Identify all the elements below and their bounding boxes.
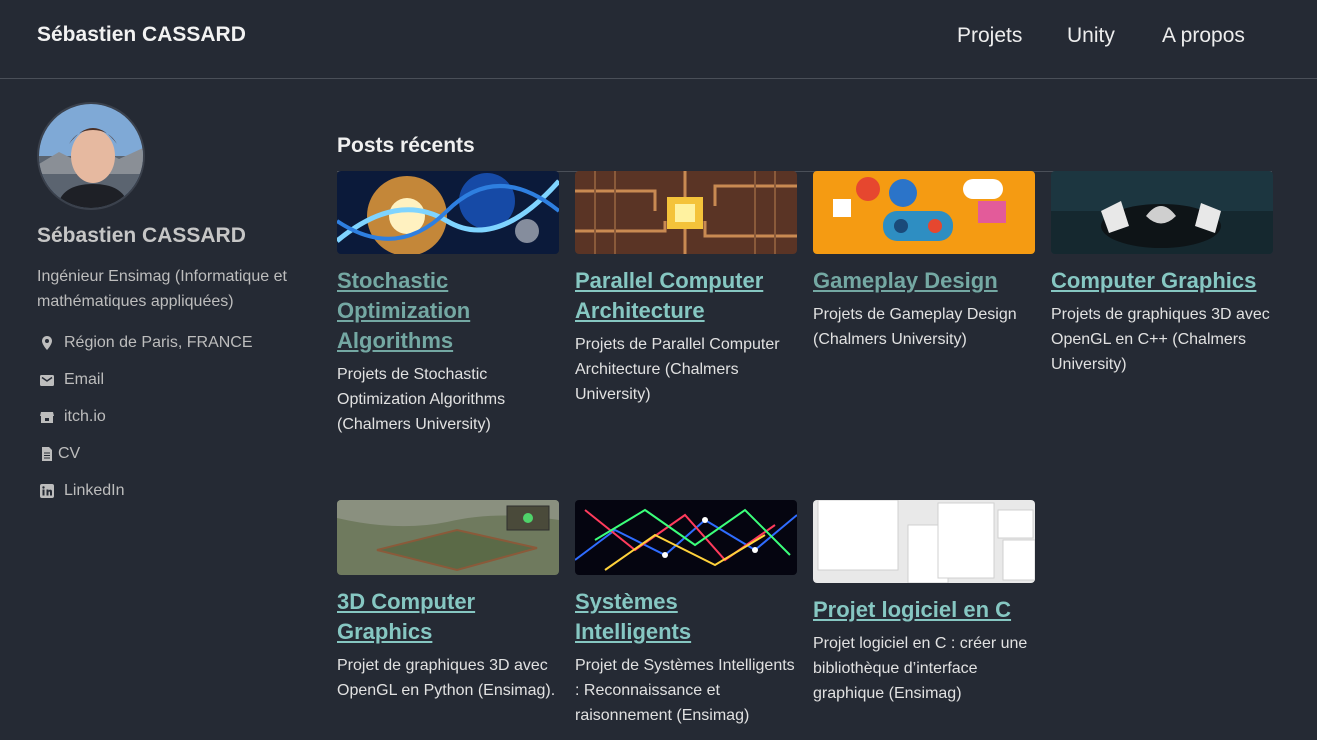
post-card: Parallel Computer Architecture Projets d… (575, 171, 797, 407)
dna-thumbnail[interactable] (337, 171, 559, 254)
recent-posts-heading: Posts récents (337, 134, 475, 157)
post-description: Projets de Stochastic Optimization Algor… (337, 366, 506, 433)
location-label: Région de Paris, FRANCE (64, 333, 253, 351)
neural-network-thumbnail[interactable] (575, 500, 797, 575)
profile-bio: Ingénieur Ensimag (Informatique et mathé… (37, 268, 287, 310)
post-card: Computer Graphics Projets de graphiques … (1051, 171, 1273, 377)
post-title-link[interactable]: Projet logiciel en C (813, 595, 1035, 625)
circuit-thumbnail[interactable] (575, 171, 797, 254)
profile-links: Région de Paris, FRANCE Email itch.io CV… (37, 324, 307, 509)
windows-thumbnail[interactable] (813, 500, 1035, 583)
location-icon (39, 335, 55, 351)
linkedin-icon (39, 483, 55, 499)
post-description: Projet de Systèmes Intelligents : Reconn… (575, 657, 795, 724)
cv-link[interactable]: CV (58, 445, 80, 463)
top-navbar: Sébastien CASSARD Projets Unity A propos (0, 0, 1317, 79)
itchio-icon (39, 409, 55, 425)
itchio-item[interactable]: itch.io (37, 398, 307, 435)
itchio-link[interactable]: itch.io (64, 408, 106, 426)
brand-link[interactable]: Sébastien CASSARD (37, 23, 246, 47)
terrain-thumbnail[interactable] (337, 500, 559, 575)
post-description: Projets de graphiques 3D avec OpenGL en … (1051, 306, 1270, 373)
email-icon (39, 372, 55, 388)
document-icon (39, 446, 55, 462)
post-description: Projet logiciel en C : créer une bibliot… (813, 635, 1028, 702)
nav-a-propos[interactable]: A propos (1162, 24, 1245, 48)
avatar (37, 102, 145, 210)
nav-projets[interactable]: Projets (957, 24, 1022, 48)
post-card: Stochastic Optimization Algorithms Proje… (337, 171, 559, 437)
post-card: Gameplay Design Projets de Gameplay Desi… (813, 171, 1035, 352)
post-description: Projet de graphiques 3D avec OpenGL en P… (337, 657, 556, 699)
post-title-link[interactable]: Gameplay Design (813, 266, 1035, 296)
post-card: Projet logiciel en C Projet logiciel en … (813, 500, 1035, 706)
post-card: 3D Computer Graphics Projet de graphique… (337, 500, 559, 703)
cv-item[interactable]: CV (37, 435, 307, 472)
profile-sidebar: Sébastien CASSARD Ingénieur Ensimag (Inf… (37, 102, 307, 509)
email-item[interactable]: Email (37, 361, 307, 398)
post-title-link[interactable]: Parallel Computer Architecture (575, 266, 797, 326)
profile-name: Sébastien CASSARD (37, 224, 246, 247)
post-title-link[interactable]: Systèmes Intelligents (575, 587, 797, 647)
post-title-link[interactable]: 3D Computer Graphics (337, 587, 559, 647)
email-link[interactable]: Email (64, 371, 104, 389)
gamepad-thumbnail[interactable] (813, 171, 1035, 254)
location-item: Région de Paris, FRANCE (37, 324, 307, 361)
post-title-link[interactable]: Stochastic Optimization Algorithms (337, 266, 559, 356)
post-card: Systèmes Intelligents Projet de Systèmes… (575, 500, 797, 728)
post-description: Projets de Gameplay Design (Chalmers Uni… (813, 306, 1017, 348)
nav-unity[interactable]: Unity (1067, 24, 1115, 48)
linkedin-item[interactable]: LinkedIn (37, 472, 307, 509)
linkedin-link[interactable]: LinkedIn (64, 482, 125, 500)
graphics-thumbnail[interactable] (1051, 171, 1273, 254)
post-description: Projets de Parallel Computer Architectur… (575, 336, 780, 403)
post-title-link[interactable]: Computer Graphics (1051, 266, 1273, 296)
